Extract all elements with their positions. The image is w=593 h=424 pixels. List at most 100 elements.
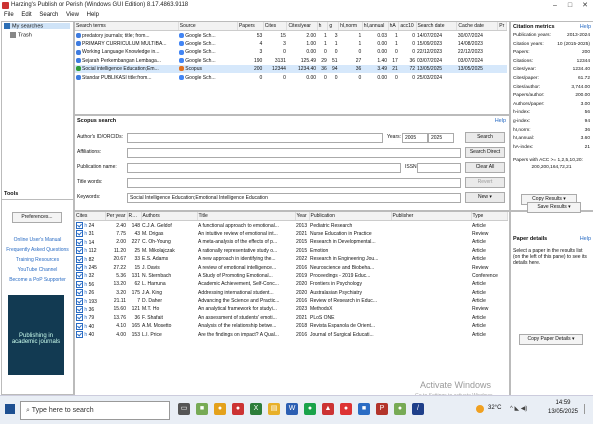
row-checkbox[interactable] [76,272,83,280]
results-row[interactable]: h 24 2.40 148 C.J.A. Geldof A functional app… [75,221,507,230]
row-checkbox[interactable] [76,255,83,263]
search-list-row[interactable]: Standar PUBLIKASI title:from... Google Sc… [75,73,507,81]
details-help-link[interactable]: Help [580,236,591,242]
results-row[interactable]: h 82 20.67 33 E.S. Adams A new approach in i… [75,255,507,263]
close-icon[interactable]: ✕ [578,1,592,10]
results-row[interactable]: h 32 5.36 131 N. Sternbach A Study of Promot… [75,272,507,280]
search-list-col-header[interactable]: hA [388,22,400,32]
revert-button[interactable]: Revert [465,177,505,188]
book-advert[interactable]: Publishing in academic journals [8,295,64,375]
results-col-header[interactable]: Authors [141,212,198,222]
year-to-input[interactable]: 2025 [428,133,454,143]
row-checkbox[interactable] [76,280,83,288]
keywords-input[interactable]: Social Intelligence Education;Emotional … [127,193,461,203]
search-list-col-header[interactable]: Search date [416,22,458,32]
menu-edit[interactable]: Edit [21,11,31,20]
clock-time[interactable]: 14:59 [548,400,578,406]
excel-icon[interactable]: X [250,403,262,415]
red-app-icon[interactable]: ● [340,403,352,415]
row-checkbox[interactable] [76,314,83,322]
search-list-col-header[interactable]: acc10 [398,22,417,32]
pdf-icon[interactable]: ▲ [322,403,334,415]
search-list-col-header[interactable]: Papers [237,22,264,32]
results-col-header[interactable]: Cites [75,212,106,222]
search-help-link[interactable]: Help [495,118,506,124]
results-row[interactable]: h 112 11.20 25 M. Mikolajczak A rationally r… [75,247,507,255]
weather-icon[interactable] [476,405,484,413]
issn-input[interactable] [417,163,461,173]
search-list-col-header[interactable]: Cache date [456,22,499,32]
menu-search[interactable]: Search [39,11,58,20]
widgets-icon[interactable]: ■ [196,403,208,415]
row-checkbox[interactable] [76,230,83,238]
results-col-header[interactable]: Publication [309,212,392,222]
search-direct-button[interactable]: Search Direct [465,147,505,158]
link-faq[interactable]: Frequently Asked Questions [4,247,71,253]
copy-paper-details-button[interactable]: Copy Paper Details ▾ [519,334,583,345]
menu-help[interactable]: Help [87,11,99,20]
results-row[interactable]: h 245 27.22 15 J. Davis A review of emotiona… [75,263,507,272]
year-from-input[interactable]: 2005 [402,133,428,143]
publication-name-input[interactable] [127,163,401,173]
row-checkbox[interactable] [76,289,83,297]
start-icon[interactable] [5,404,15,414]
title-words-input[interactable] [127,178,461,188]
file-explorer-icon[interactable]: ▤ [268,403,280,415]
minimize-icon[interactable]: – [548,1,562,10]
green-app-icon[interactable]: ● [304,403,316,415]
pop-app-icon[interactable]: P [376,403,388,415]
results-row[interactable]: h 79 13.76 36 F. Shafait An assessment of st… [75,314,507,322]
results-row[interactable]: h 40 4.10 165 A.M. Mosetto Analysis of the r… [75,322,507,330]
search-list-col-header[interactable]: g [327,22,340,32]
search-list-row[interactable]: Social intelligence Education;Em... Scopu… [75,64,507,74]
word-icon[interactable]: W [286,403,298,415]
save-results-button[interactable]: Save Results ▾ [527,202,581,213]
results-col-header[interactable]: Rank [127,212,142,222]
results-row[interactable]: h 26 3.20 175 J.A. King Addressing internati… [75,289,507,297]
search-list-row[interactable]: Working Language Knowledge in... Google S… [75,48,507,56]
green-app2-icon[interactable]: ● [394,403,406,415]
preferences-button[interactable]: Preferences... [12,212,62,223]
row-checkbox[interactable] [76,297,83,305]
results-row[interactable]: h 40 4.00 153 L.I. Price Are the findings on… [75,330,507,339]
maximize-icon[interactable]: □ [563,1,577,10]
search-list-row[interactable]: Sejarah Perkembangan Lembaga... Google Sc… [75,57,507,65]
tray-icons[interactable]: ^ ◣ ◀) [510,405,527,412]
link-training[interactable]: Training Resources [4,257,71,263]
tree-my-searches[interactable]: My searches [4,23,70,30]
row-checkbox[interactable] [76,331,83,339]
search-list-col-header[interactable]: Source [178,22,238,32]
results-row[interactable]: h 14 2.00 227 C. Oh-Young A meta-analysis of… [75,238,507,246]
search-list-col-header[interactable]: hI,annual [362,22,389,32]
results-col-header[interactable]: Per year [105,212,128,222]
blue-app-icon[interactable]: ■ [358,403,370,415]
menu-file[interactable]: File [4,11,14,20]
clock-date[interactable]: 13/05/2025 [544,409,582,415]
task-view-icon[interactable]: ▭ [178,403,190,415]
new-button[interactable]: New ▾ [465,192,505,203]
row-checkbox[interactable] [76,238,83,246]
results-col-header[interactable]: Title [197,212,296,222]
search-button[interactable]: Search [465,132,505,143]
results-col-header[interactable]: Year [295,212,310,222]
results-row[interactable]: h 56 13.20 62 L. Harruna Academic Achievemen… [75,280,507,288]
metrics-help-link[interactable]: Help [580,24,591,30]
search-list-row[interactable]: PRIMARY CURRICULUM MULTIBA... Google Sch.… [75,40,507,48]
results-row[interactable]: h 31 7.75 43 M. Drigas An intuitive review o… [75,230,507,238]
search-list-col-header[interactable]: Cites [263,22,288,32]
results-row[interactable]: h 193 21.11 7 D. Daher Advancing the Science… [75,297,507,305]
slash-app-icon[interactable]: / [412,403,424,415]
author-id-input[interactable] [127,133,383,143]
chrome-icon[interactable]: ● [214,403,226,415]
clear-all-button[interactable]: Clear All [465,162,505,173]
show-desktop[interactable] [584,404,591,414]
search-list-col-header[interactable]: Pr [497,22,507,32]
row-checkbox[interactable] [76,222,83,230]
search-list-col-header[interactable]: hI,norm [338,22,363,32]
search-list-col-header[interactable]: Cites/year [286,22,318,32]
tree-trash[interactable]: Trash [10,32,32,38]
row-checkbox[interactable] [76,322,83,330]
results-col-header[interactable]: Type [471,212,508,222]
link-user-manual[interactable]: Online User's Manual [4,237,71,243]
search-list-col-header[interactable]: Search terms [75,22,179,32]
